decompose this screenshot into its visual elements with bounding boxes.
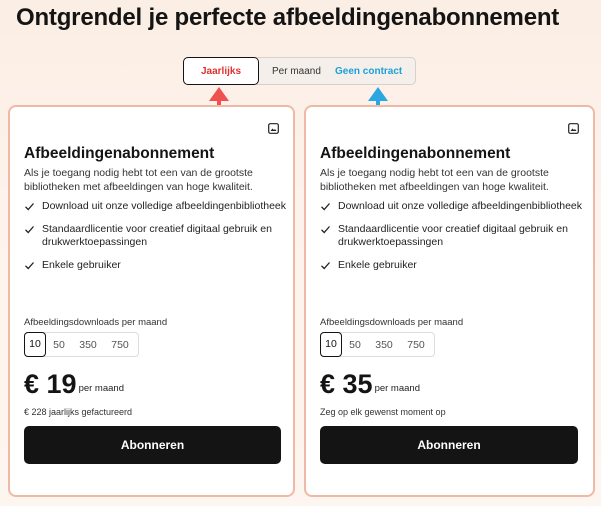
plan-name: Afbeeldingenabonnement — [320, 145, 511, 162]
downloads-option-10[interactable]: 10 — [320, 331, 342, 357]
tab-monthly[interactable]: Per maand — [272, 58, 321, 84]
downloads-option-50[interactable]: 50 — [342, 333, 368, 356]
feature-text: Standaardlicentie voor creatief digitaal… — [338, 222, 568, 249]
downloads-label: Afbeeldingsdownloads per maand — [24, 317, 168, 328]
plan-card-no-contract: Afbeeldingenabonnement Als je toegang no… — [304, 105, 595, 497]
billing-period-toggle: Jaarlijks Per maand Geen contract — [183, 57, 416, 85]
feature-text: Enkele gebruiker — [42, 258, 121, 271]
downloads-selector: 10 50 350 750 — [320, 331, 435, 357]
plan-description: Als je toegang nodig hebt tot een van de… — [320, 167, 549, 193]
downloads-option-350[interactable]: 350 — [72, 333, 104, 356]
billing-note: € 228 jaarlijks gefactureerd — [24, 407, 133, 417]
feature-item: Download uit onze volledige afbeeldingen… — [320, 200, 585, 214]
feature-list: Download uit onze volledige afbeeldingen… — [24, 200, 289, 272]
image-icon — [268, 123, 279, 134]
feature-text: Download uit onze volledige afbeeldingen… — [338, 200, 583, 212]
downloads-option-350[interactable]: 350 — [368, 333, 400, 356]
price: € 35 — [320, 369, 373, 399]
page-title: Ontgrendel je perfecte afbeeldingenabonn… — [16, 4, 560, 31]
tab-no-contract[interactable]: Geen contract — [335, 58, 402, 84]
downloads-selector: 10 50 350 750 — [24, 331, 139, 357]
price-row: € 35 per maand — [320, 369, 420, 399]
billing-note: Zeg op elk gewenst moment op — [320, 407, 446, 417]
downloads-label: Afbeeldingsdownloads per maand — [320, 317, 464, 328]
tab-yearly[interactable]: Jaarlijks — [183, 57, 259, 85]
check-icon — [25, 225, 34, 233]
downloads-option-750[interactable]: 750 — [104, 333, 136, 356]
plan-card-yearly: Afbeeldingenabonnement Als je toegang no… — [8, 105, 295, 497]
downloads-option-750[interactable]: 750 — [400, 333, 432, 356]
price: € 19 — [24, 369, 77, 399]
feature-item: Standaardlicentie voor creatief digitaal… — [320, 223, 585, 250]
check-icon — [25, 261, 34, 269]
feature-text: Download uit onze volledige afbeeldingen… — [42, 200, 287, 212]
subscribe-button[interactable]: Abonneren — [24, 426, 281, 464]
downloads-option-50[interactable]: 50 — [46, 333, 72, 356]
check-icon — [321, 203, 330, 211]
feature-item: Enkele gebruiker — [320, 259, 585, 273]
feature-list: Download uit onze volledige afbeeldingen… — [320, 200, 585, 272]
feature-item: Enkele gebruiker — [24, 259, 289, 273]
check-icon — [321, 225, 330, 233]
feature-text: Standaardlicentie voor creatief digitaal… — [42, 222, 272, 249]
plan-description: Als je toegang nodig hebt tot een van de… — [24, 167, 253, 193]
check-icon — [25, 203, 34, 211]
image-icon — [568, 123, 579, 134]
price-row: € 19 per maand — [24, 369, 124, 399]
feature-item: Standaardlicentie voor creatief digitaal… — [24, 223, 289, 250]
price-unit: per maand — [374, 383, 420, 394]
plan-name: Afbeeldingenabonnement — [24, 145, 215, 162]
feature-text: Enkele gebruiker — [338, 258, 417, 271]
subscribe-button[interactable]: Abonneren — [320, 426, 578, 464]
check-icon — [321, 261, 330, 269]
price-unit: per maand — [78, 383, 124, 394]
feature-item: Download uit onze volledige afbeeldingen… — [24, 200, 289, 214]
downloads-option-10[interactable]: 10 — [24, 331, 46, 357]
